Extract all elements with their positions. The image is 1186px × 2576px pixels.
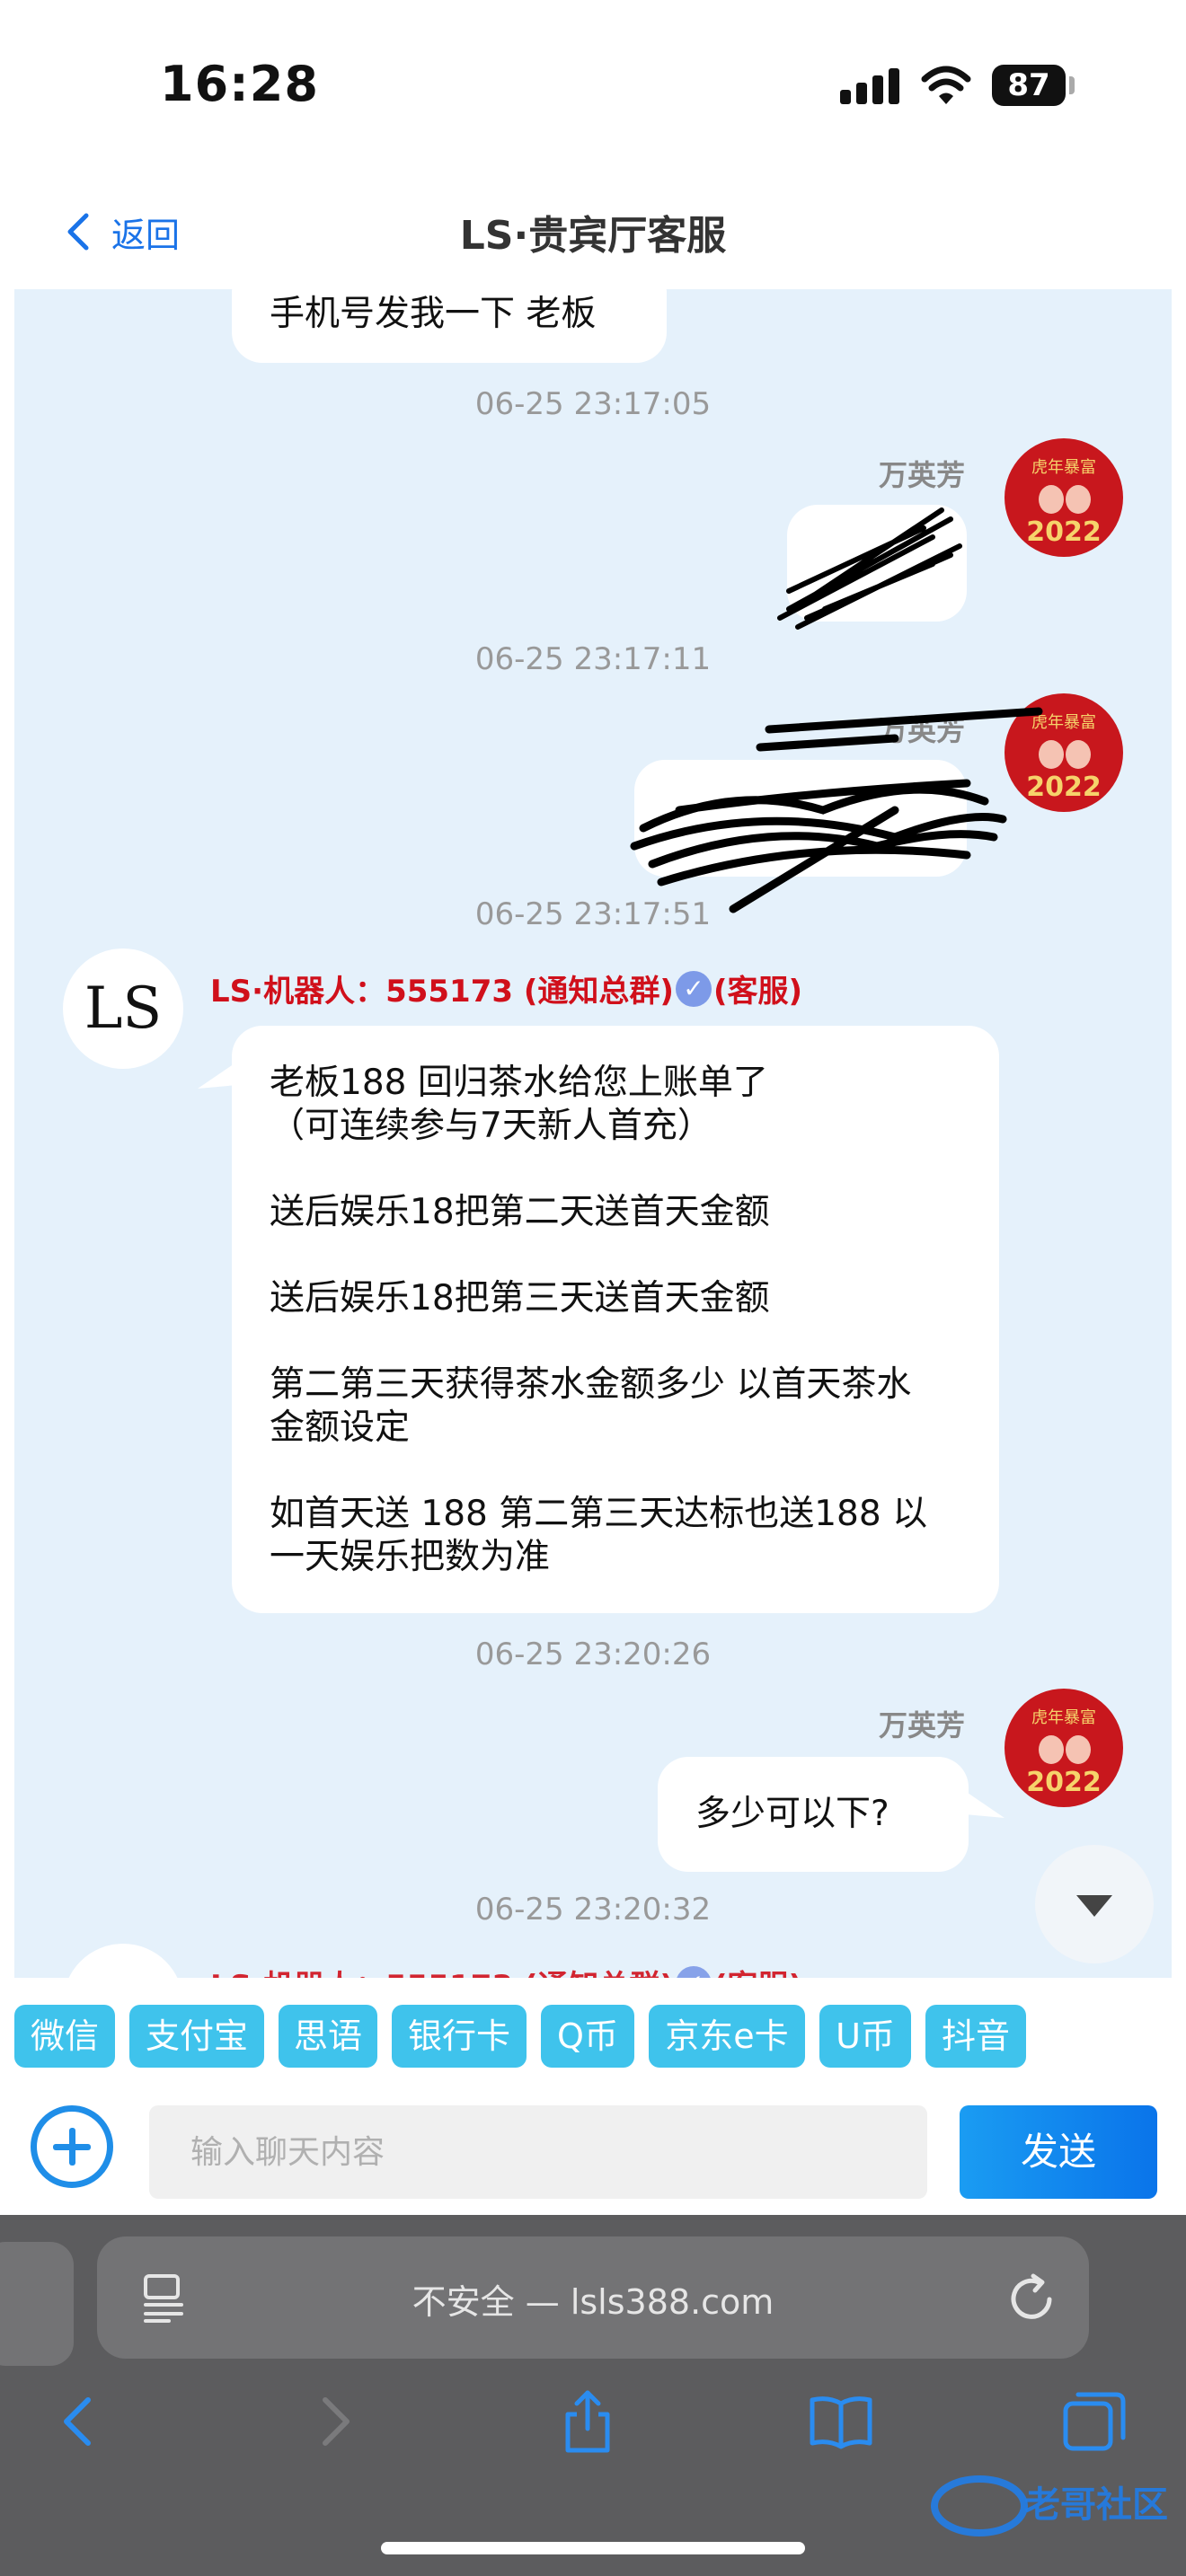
avatar-year: 2022 xyxy=(1026,516,1102,548)
input-bar: 发送 xyxy=(0,2084,1186,2210)
message-bubble-incoming: 手机号发我一下 老板 xyxy=(232,289,667,363)
message-line: （可连续参与7天新人首充） xyxy=(270,1106,712,1146)
reload-icon[interactable] xyxy=(1006,2272,1058,2325)
sender-name: 万英芳 xyxy=(879,1708,966,1742)
verified-icon: ✓ xyxy=(675,1965,712,1978)
bubble-tail xyxy=(965,1791,1005,1818)
chevron-down-icon xyxy=(1076,1895,1112,1917)
message-text: 多少可以下? xyxy=(695,1794,890,1834)
chip-q-coin[interactable]: Q币 xyxy=(541,2005,634,2068)
plus-icon[interactable] xyxy=(31,2105,113,2188)
bubble-tail xyxy=(198,1062,237,1089)
tabs-icon[interactable] xyxy=(1060,2387,1128,2456)
message-line: 金额设定 xyxy=(270,1407,411,1448)
message-text: 手机号发我一下 老板 xyxy=(270,294,597,334)
chip-wechat[interactable]: 微信 xyxy=(14,2005,115,2068)
bookmarks-icon[interactable] xyxy=(807,2387,875,2456)
previous-tab-peek[interactable] xyxy=(0,2242,74,2366)
status-bar: 16:28 87 xyxy=(0,0,1186,171)
quick-reply-chips: 微信 支付宝 思语 银行卡 Q币 京东e卡 U币 抖音 xyxy=(0,1978,1186,2084)
svg-text:虎年暴富: 虎年暴富 xyxy=(1031,458,1096,477)
message-line: 送后娱乐18把第三天送首天金额 xyxy=(270,1278,770,1319)
battery-icon: 87 xyxy=(992,65,1066,106)
message-line: 一天娱乐把数为准 xyxy=(270,1537,551,1577)
message-timestamp: 06-25 23:17:05 xyxy=(474,386,712,422)
chip-siyu[interactable]: 思语 xyxy=(279,2005,377,2068)
svg-text:虎年暴富: 虎年暴富 xyxy=(1031,1708,1096,1727)
user-avatar: 虎年暴富 2022 xyxy=(1005,1689,1123,1807)
bot-name-suffix: (客服) xyxy=(712,974,803,1010)
watermark-logo: 老哥社区 xyxy=(931,2475,1168,2536)
user-avatar: 虎年暴富 2022 xyxy=(1005,438,1123,557)
scroll-down-button[interactable] xyxy=(1035,1845,1154,1963)
svg-text:老哥社区: 老哥社区 xyxy=(1024,2484,1168,2526)
bot-name-prefix: LS·机器人：555173 (通知总群) xyxy=(210,974,674,1010)
chip-douyin[interactable]: 抖音 xyxy=(925,2005,1026,2068)
chat-input[interactable] xyxy=(149,2105,927,2199)
forward-arrow-icon[interactable] xyxy=(300,2387,368,2456)
home-indicator xyxy=(381,2542,805,2554)
chip-bank-card[interactable]: 银行卡 xyxy=(392,2005,527,2068)
address-bar[interactable]: 不安全 — lsls388.com xyxy=(97,2236,1089,2359)
redaction-scribble xyxy=(777,507,962,630)
status-time: 16:28 xyxy=(160,56,319,112)
chip-alipay[interactable]: 支付宝 xyxy=(129,2005,264,2068)
share-icon[interactable] xyxy=(553,2387,622,2456)
wifi-icon xyxy=(921,66,971,104)
chip-u-coin[interactable]: U币 xyxy=(819,2005,911,2068)
svg-text:2022: 2022 xyxy=(1026,1767,1102,1798)
message-line: 如首天送 188 第二第三天达标也送188 以 xyxy=(270,1494,928,1534)
message-line: 老板188 回归茶水给您上账单了 xyxy=(270,1063,768,1103)
message-bubble-outgoing: 多少可以下? xyxy=(658,1757,969,1872)
message-timestamp: 06-25 23:20:32 xyxy=(474,1892,712,1928)
message-line: 送后娱乐18把第二天送首天金额 xyxy=(270,1192,770,1232)
message-line: 第二第三天获得茶水金额多少 以首天茶水 xyxy=(270,1364,912,1405)
redaction-scribble xyxy=(630,707,1043,913)
message-timestamp: 06-25 23:17:11 xyxy=(474,641,712,677)
bot-avatar xyxy=(63,1944,183,1978)
message-timestamp: 06-25 23:20:26 xyxy=(474,1636,712,1672)
nav-header: 返回 LS·贵宾厅客服 xyxy=(0,171,1186,287)
page-title: LS·贵宾厅客服 xyxy=(459,213,727,259)
url-text: 不安全 — lsls388.com xyxy=(412,2282,774,2322)
bot-name: LS·机器人：555173 (通知总群) ✓ (客服) xyxy=(210,1962,802,1978)
chip-jd-card[interactable]: 京东e卡 xyxy=(649,2005,805,2068)
back-arrow-icon[interactable] xyxy=(45,2387,113,2456)
verified-icon: ✓ xyxy=(675,970,712,1007)
chat-area[interactable]: 手机号发我一下 老板 06-25 23:17:05 万英芳 虎年暴富 2022 … xyxy=(14,289,1172,1978)
bot-name: LS·机器人：555173 (通知总群) ✓ (客服) xyxy=(210,966,802,1010)
signal-icon xyxy=(840,68,899,104)
battery-cap xyxy=(1069,76,1075,94)
send-button[interactable]: 发送 xyxy=(960,2105,1157,2199)
message-timestamp: 06-25 23:17:51 xyxy=(474,896,712,932)
message-bubble-incoming: 老板188 回归茶水给您上账单了 （可连续参与7天新人首充） 送后娱乐18把第二… xyxy=(232,1026,999,1613)
bot-avatar: LS xyxy=(63,948,183,1069)
